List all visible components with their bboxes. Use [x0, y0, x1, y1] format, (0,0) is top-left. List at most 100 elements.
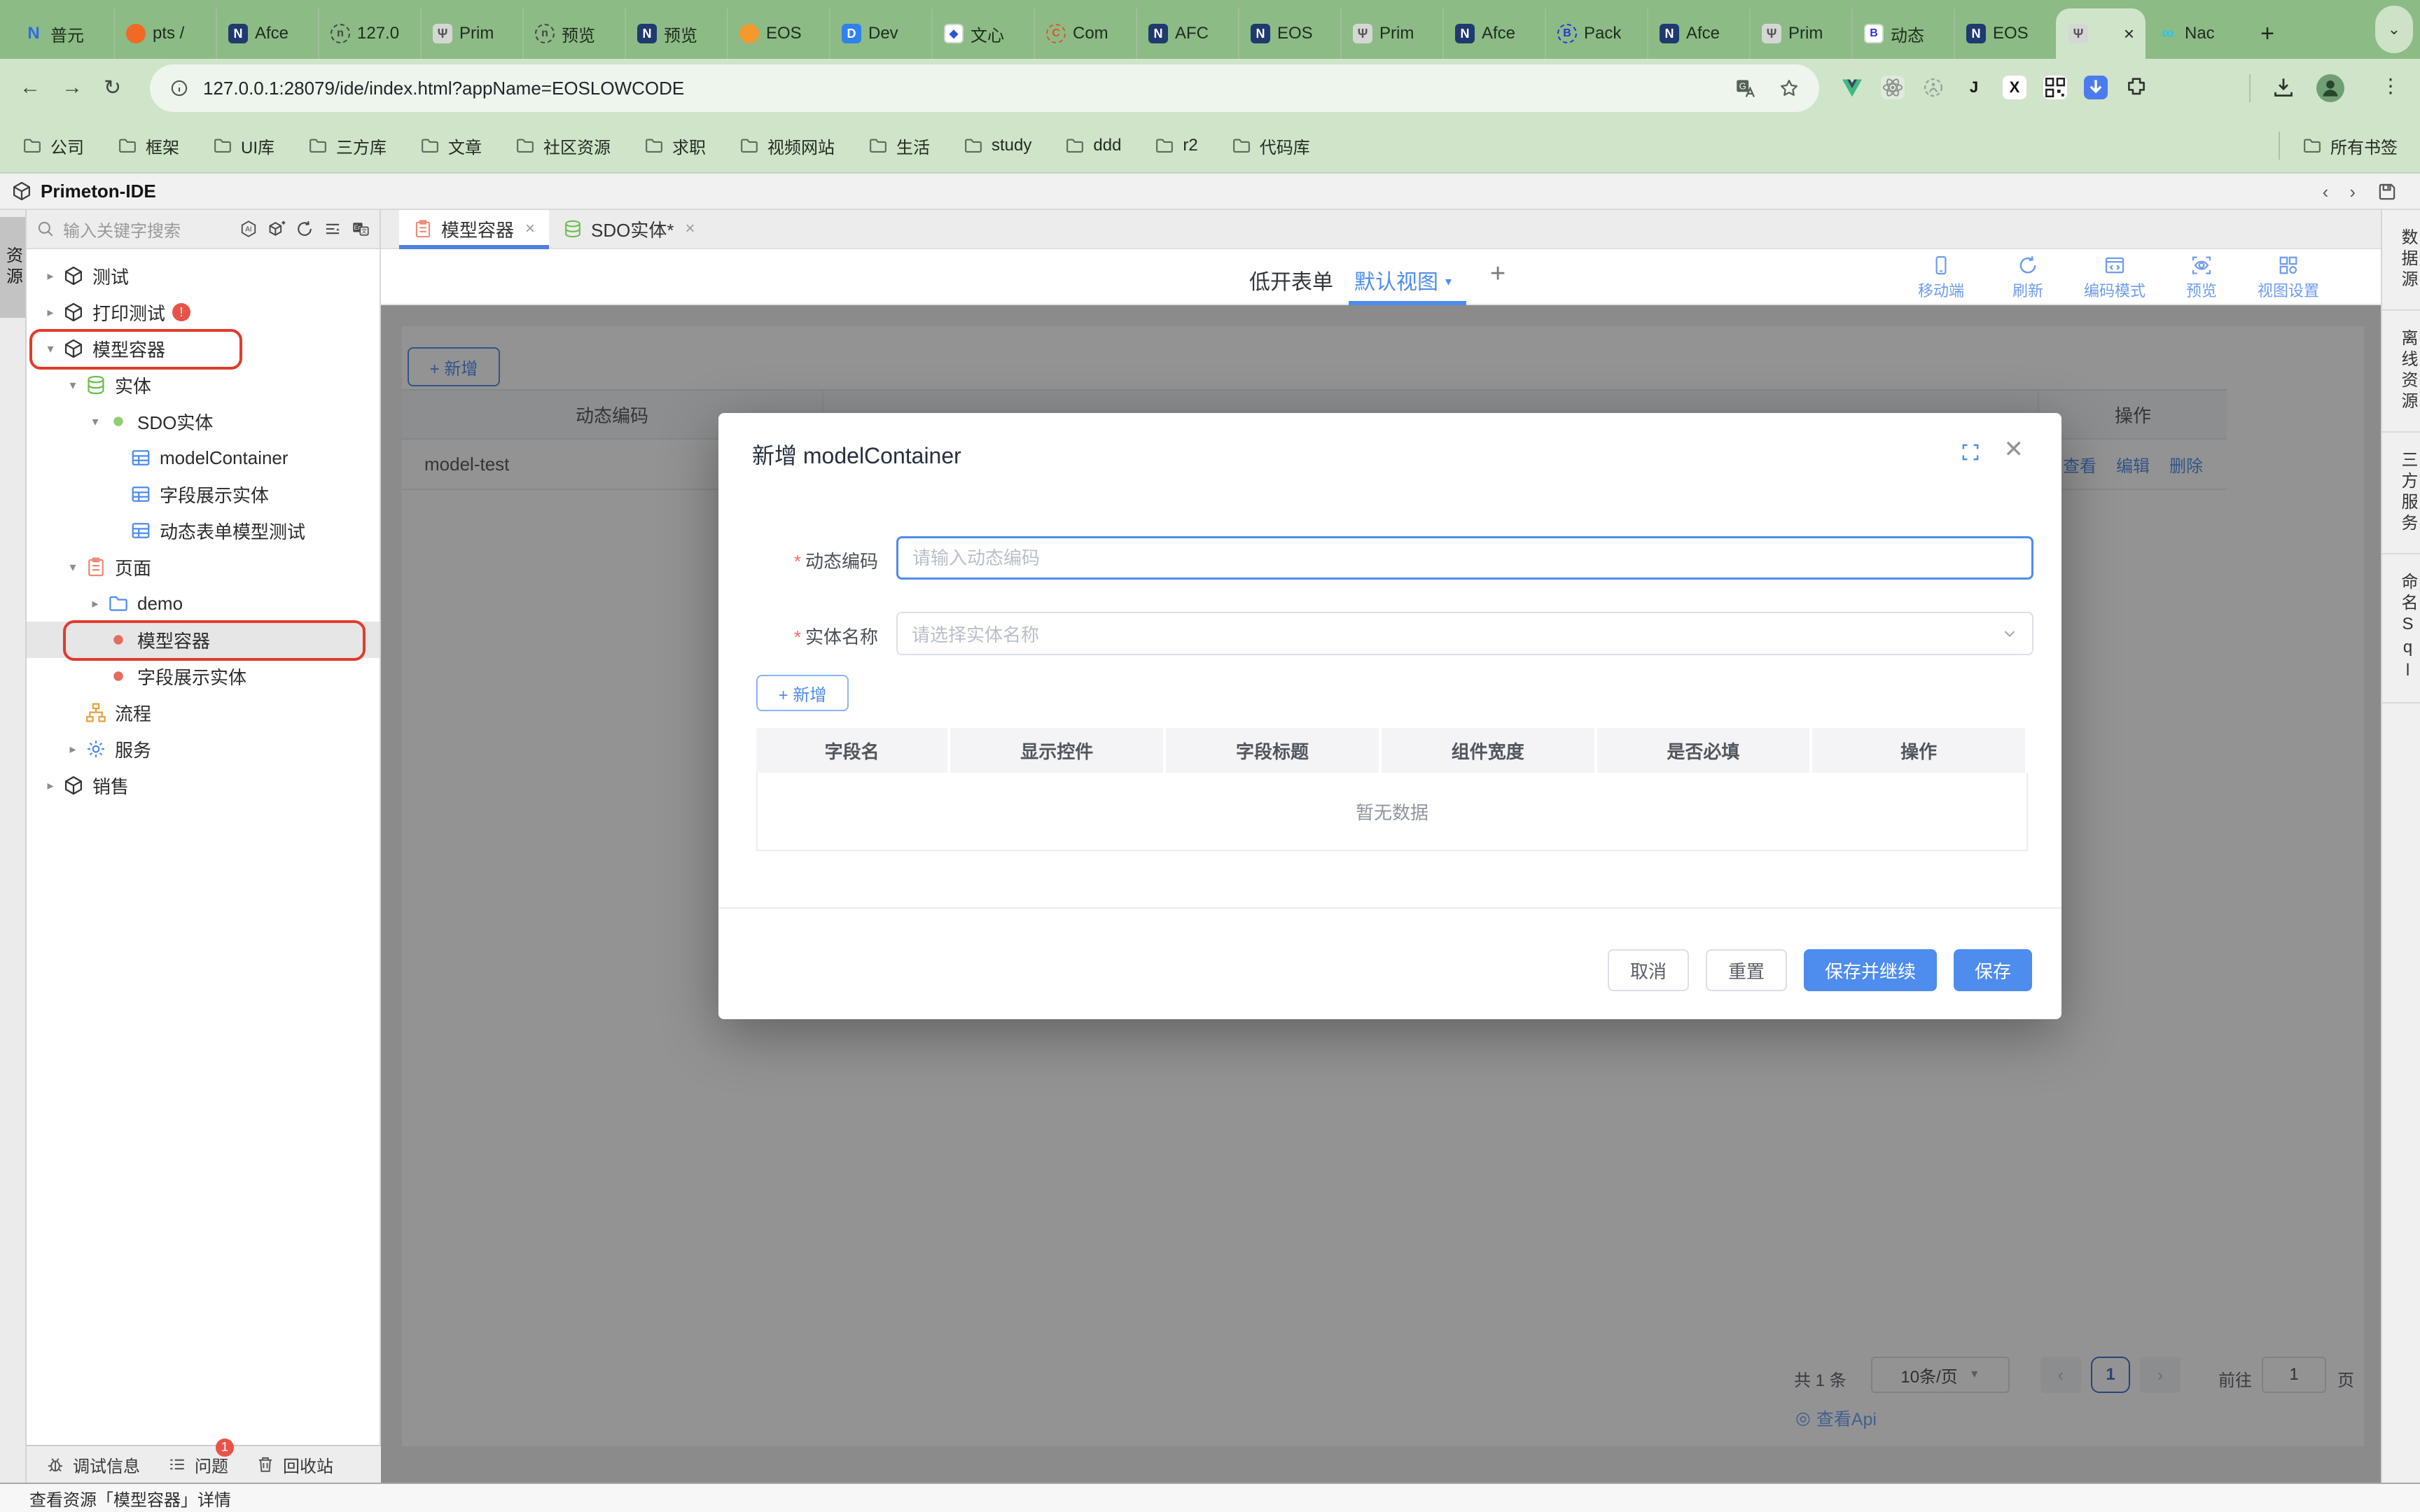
search-input[interactable]: 输入关键字搜索 [63, 217, 181, 241]
tree-item[interactable]: 流程 [27, 694, 380, 731]
history-forward-icon[interactable]: › [2349, 181, 2356, 203]
bookmark-folder[interactable]: ddd [1065, 136, 1121, 155]
tree-item[interactable]: 动态表单模型测试 [27, 512, 380, 549]
browser-tab[interactable]: EOS [727, 8, 829, 59]
browser-tab[interactable]: ◆ 文心 [931, 8, 1034, 59]
browser-tab[interactable]: B Pack [1545, 8, 1647, 59]
tree-item[interactable]: 字段展示实体 [27, 658, 380, 694]
recycle-bin-item[interactable]: 回收站 [256, 1452, 333, 1477]
url-bar[interactable]: 127.0.0.1:28079/ide/index.html?appName=E… [150, 64, 1819, 112]
tab-default-view[interactable]: 默认视图 ▾ [1354, 265, 1452, 295]
tree-item[interactable]: ▾ 模型容器 [27, 330, 380, 367]
bookmark-folder[interactable]: 公司 [22, 134, 84, 158]
history-back-icon[interactable]: ‹ [2323, 181, 2329, 203]
tree-item[interactable]: ▸ demo [27, 585, 380, 622]
browser-tab[interactable]: n 预览 [522, 8, 625, 59]
browser-tab[interactable]: N Afce [1442, 8, 1545, 59]
j-extension-icon[interactable]: J [1962, 76, 1986, 99]
url-text[interactable]: 127.0.0.1:28079/ide/index.html?appName=E… [203, 78, 684, 99]
view-settings-icon[interactable]: 视图设置 [2258, 255, 2319, 301]
save-and-continue-button[interactable]: 保存并继续 [1804, 949, 1937, 991]
entity-name-select[interactable]: 请选择实体名称 [896, 612, 2033, 655]
cancel-button[interactable]: 取消 [1608, 949, 1689, 991]
browser-tab[interactable]: Ψ Prim [1749, 8, 1851, 59]
preview-icon[interactable]: 预览 [2171, 255, 2232, 301]
translate-icon[interactable]: En文 [352, 220, 370, 238]
browser-tab[interactable]: pts / [113, 8, 216, 59]
bookmark-folder[interactable]: 框架 [118, 134, 179, 158]
browser-tab[interactable]: N Afce [1647, 8, 1749, 59]
rail-tab-resources[interactable]: 资源 [0, 217, 25, 318]
profile-avatar[interactable] [2316, 74, 2344, 102]
browser-menu-icon[interactable]: ⋮ [2381, 74, 2400, 97]
refresh-tree-icon[interactable] [295, 220, 314, 238]
all-bookmarks[interactable]: 所有书签 [2279, 132, 2398, 160]
rail-tab[interactable]: 离线资源 [2382, 311, 2420, 433]
bookmark-folder[interactable]: 视频网站 [739, 134, 835, 158]
new-tab-button[interactable]: + [2248, 8, 2287, 59]
browser-tab[interactable]: Ψ Prim [1340, 8, 1442, 59]
tree-expand-arrow[interactable]: ▸ [63, 742, 83, 757]
ai-assistant-icon[interactable]: AI [239, 220, 258, 238]
sort-icon[interactable] [324, 220, 342, 238]
tree-expand-arrow[interactable]: ▾ [85, 414, 105, 429]
downloader-extension-icon[interactable] [2084, 76, 2108, 99]
vue-extension-icon[interactable] [1840, 76, 1864, 99]
add-view-button[interactable]: + [1490, 259, 1505, 289]
browser-tab[interactable]: N EOS [1954, 8, 2056, 59]
browser-tab[interactable]: N Afce [216, 8, 318, 59]
tree-item[interactable]: modelContainer [27, 440, 380, 476]
editor-tab-close-icon[interactable]: × [525, 219, 535, 239]
tree-item[interactable]: ▸ 测试 [27, 258, 380, 294]
tree-item[interactable]: ▾ SDO实体 [27, 403, 380, 440]
tree-expand-arrow[interactable]: ▸ [85, 596, 105, 611]
browser-tab[interactable]: N 预览 [625, 8, 727, 59]
x-extension-icon[interactable]: X [2003, 76, 2026, 99]
extensions-puzzle-icon[interactable] [2125, 76, 2148, 99]
reset-button[interactable]: 重置 [1706, 949, 1787, 991]
browser-tab[interactable]: D Dev [829, 8, 931, 59]
bookmark-star-icon[interactable] [1779, 78, 1800, 99]
tab-close-icon[interactable]: × [2124, 23, 2134, 45]
browser-tab[interactable]: N 普元 [11, 8, 113, 59]
qrcode-extension-icon[interactable] [2043, 76, 2067, 99]
bookmark-folder[interactable]: 三方库 [308, 134, 387, 158]
browser-tab[interactable]: ∞ Nac [2146, 8, 2248, 59]
tree-expand-arrow[interactable]: ▸ [41, 305, 60, 320]
tab-search-chevron-icon[interactable]: ⌄ [2375, 6, 2413, 53]
dynamic-code-input[interactable] [896, 536, 2033, 580]
tree-item[interactable]: ▸ 服务 [27, 731, 380, 767]
site-info-icon[interactable] [169, 78, 189, 98]
downloads-icon[interactable] [2272, 76, 2295, 99]
tree-expand-arrow[interactable]: ▾ [63, 378, 83, 393]
debug-info-item[interactable]: 调试信息 [46, 1452, 140, 1477]
rail-tab[interactable]: 数据源 [2382, 210, 2420, 311]
recorder-extension-icon[interactable] [1921, 76, 1945, 99]
problems-item[interactable]: 问题 1 [168, 1452, 228, 1477]
bookmark-folder[interactable]: 生活 [868, 134, 930, 158]
react-extension-icon[interactable] [1881, 76, 1905, 99]
browser-tab[interactable]: B 动态 [1851, 8, 1954, 59]
bookmark-folder[interactable]: 求职 [644, 134, 706, 158]
editor-tab[interactable]: SDO实体* × [549, 210, 709, 248]
editor-tab[interactable]: 模型容器 × [399, 210, 549, 248]
bookmark-folder[interactable]: UI库 [213, 134, 274, 158]
tab-low-code-form[interactable]: 低开表单 [1249, 265, 1333, 295]
tree-expand-arrow[interactable]: ▸ [41, 269, 60, 284]
tree-item[interactable]: ▸ 销售 [27, 767, 380, 804]
tree-item[interactable]: ▸ 打印测试 ! [27, 294, 380, 330]
bookmark-folder[interactable]: r2 [1155, 136, 1197, 155]
forward-icon[interactable]: → [62, 76, 83, 99]
bookmark-folder[interactable]: 代码库 [1232, 134, 1310, 158]
bookmark-folder[interactable]: study [964, 136, 1031, 155]
bookmark-folder[interactable]: 社区资源 [515, 134, 611, 158]
tree-expand-arrow[interactable]: ▸ [41, 778, 60, 793]
refresh-icon[interactable]: 刷新 [1997, 255, 2059, 301]
browser-tab[interactable]: N EOS [1238, 8, 1340, 59]
tree-expand-arrow[interactable]: ▾ [41, 342, 60, 356]
back-icon[interactable]: ← [20, 76, 41, 99]
add-field-button[interactable]: + 新增 [756, 675, 849, 711]
translate-page-icon[interactable]: G [1735, 78, 1756, 99]
tree-expand-arrow[interactable]: ▾ [63, 560, 83, 575]
browser-tab[interactable]: N AFC [1136, 8, 1238, 59]
